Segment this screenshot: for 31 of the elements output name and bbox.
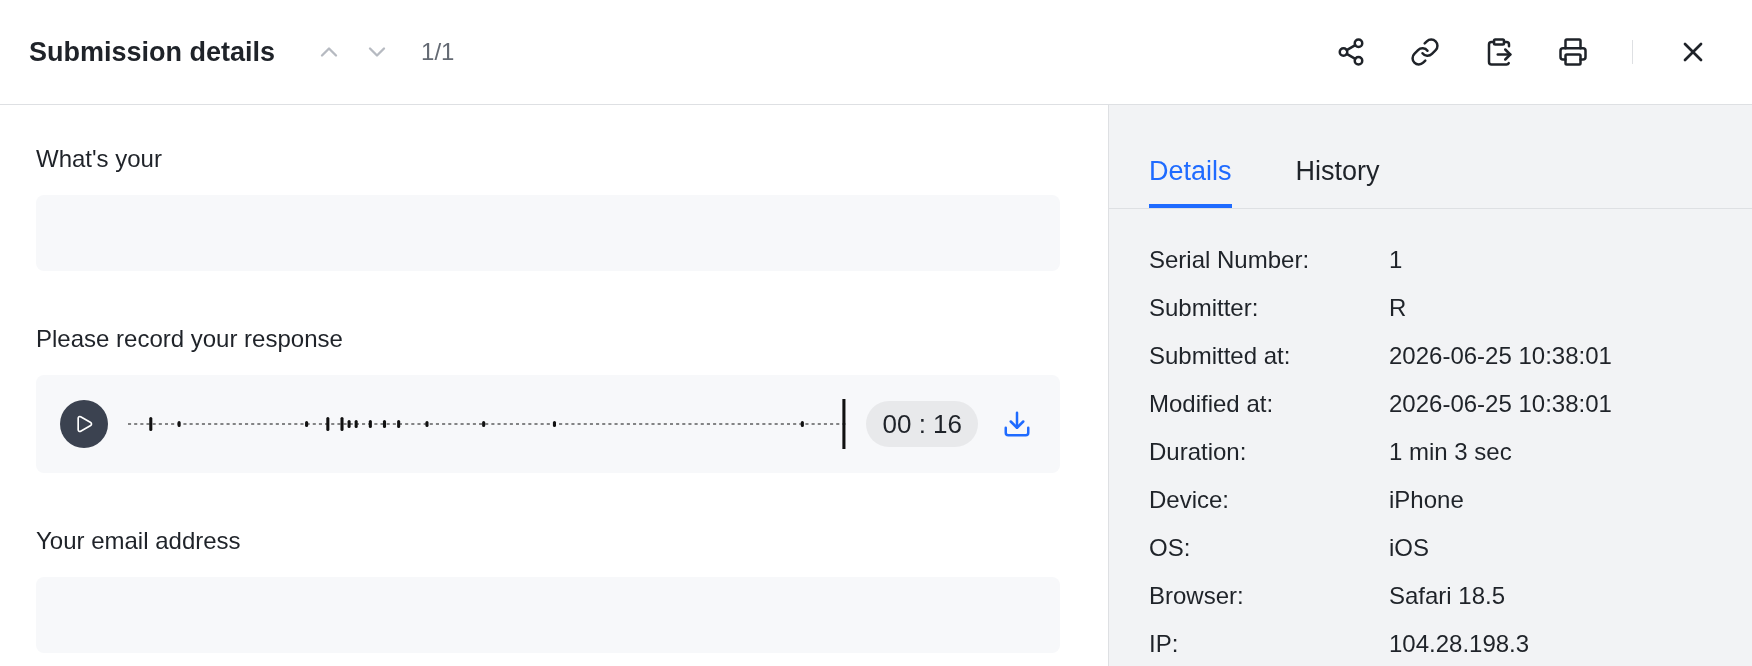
tab[interactable]: Details bbox=[1149, 151, 1232, 208]
record-counter: 1/1 bbox=[421, 37, 455, 67]
question-label: Your email address bbox=[36, 526, 242, 556]
detail-value: iOS bbox=[1389, 532, 1429, 562]
detail-label: IP: bbox=[1149, 628, 1180, 658]
detail-value: 104.28.198.3 bbox=[1389, 628, 1530, 658]
detail-label: Browser: bbox=[1149, 580, 1245, 610]
detail-value: 2026-06-25 10:38:01 bbox=[1389, 388, 1612, 418]
play-button[interactable] bbox=[60, 400, 108, 448]
play-icon bbox=[74, 414, 94, 434]
tab[interactable]: History bbox=[1295, 151, 1380, 208]
detail-value: 1 bbox=[1389, 244, 1403, 274]
detail-label: OS: bbox=[1149, 532, 1192, 562]
detail-label: Device: bbox=[1149, 484, 1231, 514]
share-button[interactable] bbox=[1336, 37, 1366, 67]
question-label: Please record your response bbox=[36, 324, 344, 354]
panel-title: Submission details bbox=[29, 35, 276, 69]
detail-value: R bbox=[1389, 292, 1407, 322]
question-label: What's your bbox=[36, 144, 163, 174]
detail-label: Submitted at: bbox=[1149, 340, 1292, 370]
detail-label: Serial Number: bbox=[1149, 244, 1311, 274]
detail-label: Duration: bbox=[1149, 436, 1248, 466]
audio-time: 00 : 16 bbox=[866, 401, 978, 447]
detail-label: Submitter: bbox=[1149, 292, 1260, 322]
detail-value: 2026-06-25 10:38:01 bbox=[1389, 340, 1612, 370]
print-button[interactable] bbox=[1558, 37, 1588, 67]
detail-label: Modified at: bbox=[1149, 388, 1275, 418]
detail-value: iPhone bbox=[1389, 484, 1464, 514]
detail-value: 1 min 3 sec bbox=[1389, 436, 1512, 466]
link-button[interactable] bbox=[1410, 37, 1440, 67]
detail-value: Safari 18.5 bbox=[1389, 580, 1506, 610]
